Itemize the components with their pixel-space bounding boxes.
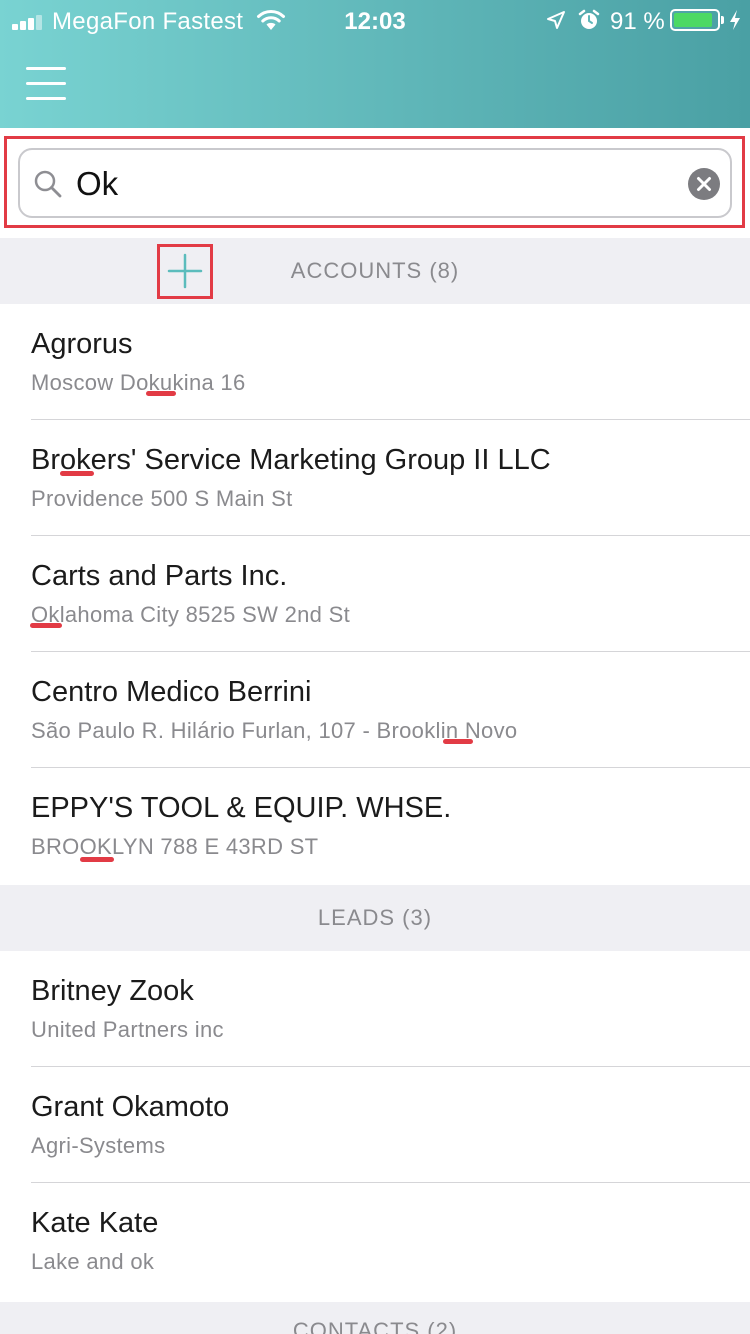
app-header: MegaFon Fastest 12:03 91 % <box>0 0 750 128</box>
location-arrow-icon <box>547 11 565 29</box>
match-underline <box>60 471 94 476</box>
account-row[interactable]: Brokers' Service Marketing Group II LLC … <box>0 420 750 536</box>
account-name: EPPY'S TOOL & EQUIP. WHSE. <box>31 792 452 824</box>
clear-icon[interactable] <box>688 168 720 200</box>
signal-icon <box>12 12 46 30</box>
carrier-name: MegaFon Fastest <box>52 8 244 35</box>
account-address: Providence 500 S Main St <box>31 486 293 511</box>
account-name: Carts and Parts Inc. <box>31 560 288 592</box>
section-label-contacts: CONTACTS (2) <box>292 1318 458 1334</box>
section-header-leads: LEADS (3) <box>0 885 750 951</box>
match-underline <box>30 623 62 628</box>
status-bar: MegaFon Fastest 12:03 91 % <box>0 0 750 40</box>
account-row[interactable]: Carts and Parts Inc. Oklahoma City 8525 … <box>0 536 750 652</box>
battery-percent: 91 % <box>610 8 665 35</box>
lead-row[interactable]: Grant Okamoto Agri-Systems <box>0 1067 750 1183</box>
section-label-leads: LEADS (3) <box>317 905 433 930</box>
lead-company: Agri-Systems <box>31 1133 166 1158</box>
lead-company: United Partners inc <box>31 1017 224 1042</box>
match-underline <box>80 857 114 862</box>
lead-row[interactable]: Kate Kate Lake and ok <box>0 1183 750 1302</box>
account-address: BROOKLYN 788 E 43RD ST <box>31 834 319 859</box>
lead-name: Grant Okamoto <box>31 1091 230 1123</box>
lead-name: Britney Zook <box>31 975 194 1007</box>
section-header-contacts: CONTACTS (2) <box>0 1302 750 1334</box>
lead-name: Kate Kate <box>31 1207 159 1239</box>
battery-icon <box>670 9 724 31</box>
account-name: Centro Medico Berrini <box>31 676 312 708</box>
account-name: Agrorus <box>31 328 133 360</box>
wifi-icon <box>257 9 285 30</box>
account-name: Brokers' Service Marketing Group II LLC <box>31 444 551 476</box>
account-row[interactable]: EPPY'S TOOL & EQUIP. WHSE. BROOKLYN 788 … <box>0 768 750 884</box>
search-input[interactable] <box>76 160 676 208</box>
section-label-accounts: ACCOUNTS (8) <box>290 258 460 283</box>
alarm-icon <box>578 9 600 29</box>
add-icon[interactable] <box>166 252 204 290</box>
account-row[interactable]: Agrorus Moscow Dokukina 16 <box>0 304 750 420</box>
lead-company: Lake and ok <box>31 1249 155 1274</box>
hamburger-menu-icon[interactable] <box>22 64 68 104</box>
lead-row[interactable]: Britney Zook United Partners inc <box>0 951 750 1067</box>
charging-bolt-icon <box>730 10 740 30</box>
account-row[interactable]: Centro Medico Berrini São Paulo R. Hilár… <box>0 652 750 768</box>
account-address: Oklahoma City 8525 SW 2nd St <box>31 602 350 627</box>
match-underline <box>443 739 473 744</box>
account-address: Moscow Dokukina 16 <box>31 370 246 395</box>
search-bar <box>0 128 750 238</box>
search-field[interactable] <box>18 148 732 218</box>
section-header-accounts: ACCOUNTS (8) <box>0 238 750 304</box>
search-icon <box>34 170 62 198</box>
match-underline <box>146 391 176 396</box>
